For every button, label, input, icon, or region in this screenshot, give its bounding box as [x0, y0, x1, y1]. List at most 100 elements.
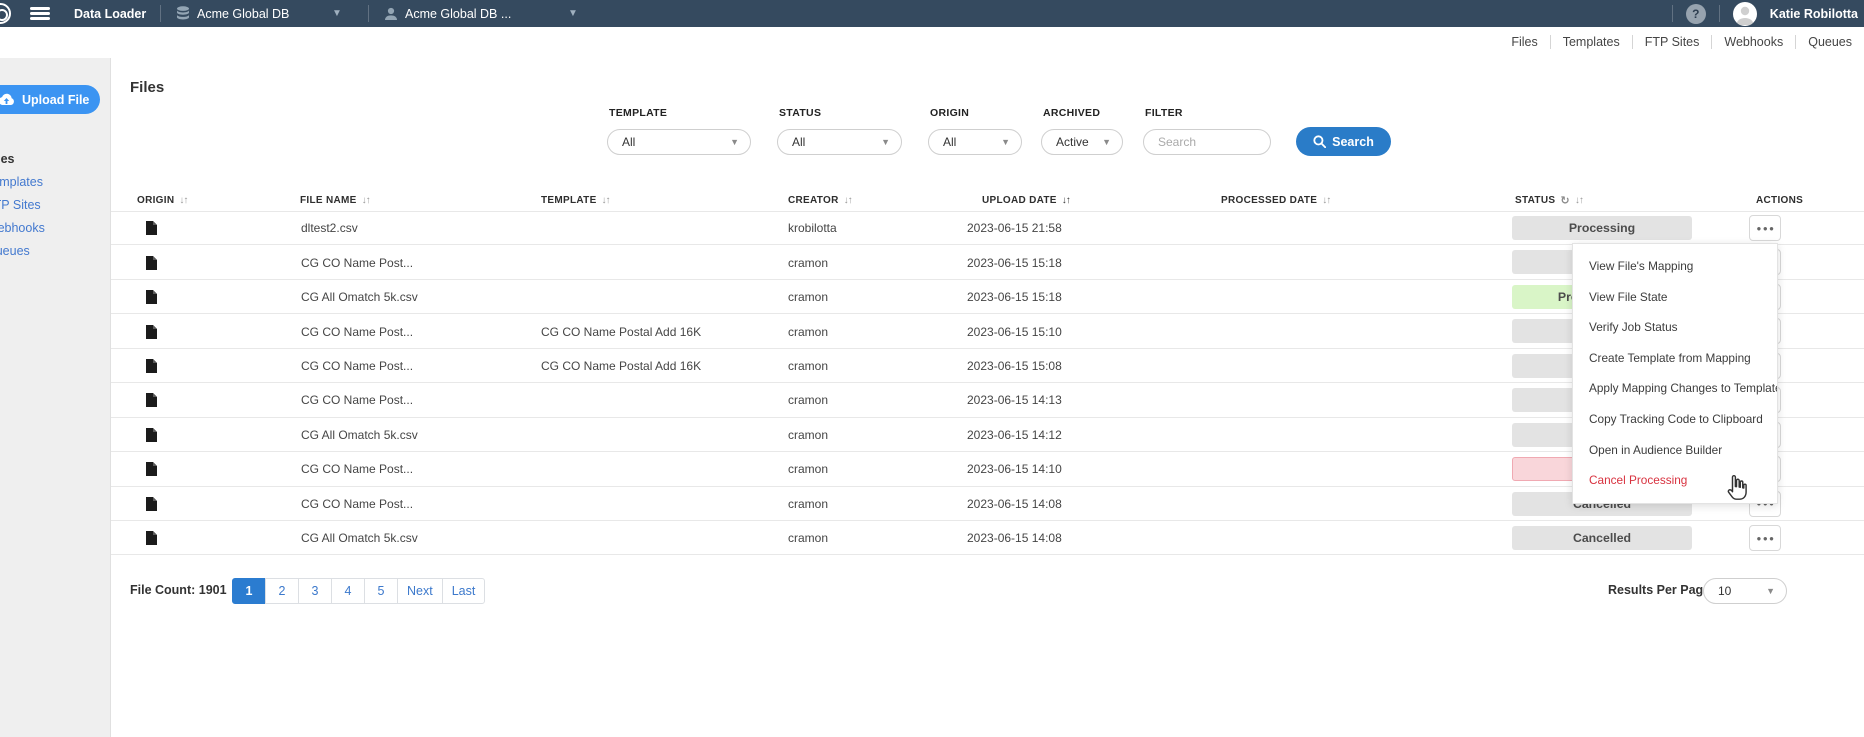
next-page-button[interactable]: Next — [397, 578, 443, 604]
column-header-file-name: FILE NAME ↓↑ — [300, 190, 370, 210]
search-button[interactable]: Search — [1296, 127, 1391, 156]
row-actions-button[interactable]: ●●● — [1749, 215, 1781, 241]
file-name-cell: CG CO Name Post... — [301, 349, 413, 383]
sort-icon[interactable]: ↓↑ — [1062, 195, 1070, 206]
chevron-down-icon: ▼ — [1001, 137, 1021, 147]
template-cell: CG CO Name Postal Add 16K — [541, 349, 701, 383]
file-name-cell: dltest2.csv — [301, 211, 358, 245]
filter-label-origin: ORIGIN — [930, 107, 969, 119]
column-header-label: FILE NAME — [300, 195, 357, 206]
context-menu-item-open-in-audience-builder[interactable]: Open in Audience Builder — [1573, 435, 1777, 466]
table-row: dltest2.csvkrobilotta2023-06-15 21:58Pro… — [0, 211, 1864, 245]
status-badge: Cancelled — [1512, 526, 1692, 550]
account-selector-label: Acme Global DB ... — [405, 7, 511, 21]
file-icon — [146, 314, 157, 348]
account-selector[interactable]: Acme Global DB ... ▼ — [384, 0, 511, 27]
sort-icon[interactable]: ↓↑ — [844, 195, 852, 206]
file-name-cell: CG CO Name Post... — [301, 487, 413, 521]
file-icon — [146, 211, 157, 245]
sort-icon[interactable]: ↓↑ — [602, 195, 610, 206]
upload-date-cell: 2023-06-15 15:18 — [967, 245, 1062, 279]
top-nav-files[interactable]: Files — [1499, 35, 1549, 49]
sort-icon[interactable]: ↓↑ — [1322, 195, 1330, 206]
person-icon — [384, 7, 398, 21]
page-button-4[interactable]: 4 — [331, 578, 365, 604]
column-header-origin: ORIGIN↓↑ — [137, 190, 187, 210]
top-nav-ftp-sites[interactable]: FTP Sites — [1633, 35, 1712, 49]
row-actions-button[interactable]: ●●● — [1749, 525, 1781, 551]
app-window: Data Loader Acme Global DB ▼ Acme Global… — [0, 0, 1864, 737]
column-header-label: TEMPLATE — [541, 195, 597, 206]
file-count: File Count: 1901 — [130, 583, 227, 597]
context-menu-item-verify-job-status[interactable]: Verify Job Status — [1573, 312, 1777, 343]
context-menu-item-view-file-state[interactable]: View File State — [1573, 282, 1777, 313]
page-button-2[interactable]: 2 — [265, 578, 299, 604]
status-dropdown[interactable]: All ▼ — [777, 129, 902, 155]
file-icon — [146, 487, 157, 521]
file-name-cell: CG CO Name Post... — [301, 383, 413, 417]
sidebar-item-templates[interactable]: Templates — [0, 171, 111, 194]
creator-cell: cramon — [788, 383, 828, 417]
origin-dropdown[interactable]: All ▼ — [928, 129, 1022, 155]
upload-file-button[interactable]: Upload File — [0, 85, 100, 114]
context-menu-item-view-file-s-mapping[interactable]: View File's Mapping — [1573, 251, 1777, 282]
filter-label-status: STATUS — [779, 107, 821, 119]
database-icon — [176, 6, 190, 21]
hamburger-menu-icon[interactable] — [30, 7, 50, 20]
top-nav-webhooks[interactable]: Webhooks — [1712, 35, 1795, 49]
creator-cell: cramon — [788, 521, 828, 555]
page-button-3[interactable]: 3 — [298, 578, 332, 604]
sort-icon[interactable]: ↓↑ — [179, 195, 187, 206]
context-menu-item-apply-mapping-changes-to-template[interactable]: Apply Mapping Changes to Template — [1573, 373, 1777, 404]
row-divider — [111, 554, 1864, 555]
file-name-cell: CG All Omatch 5k.csv — [301, 521, 418, 555]
chevron-down-icon: ▼ — [332, 8, 342, 19]
context-menu-item-copy-tracking-code-to-clipboard[interactable]: Copy Tracking Code to Clipboard — [1573, 404, 1777, 435]
column-header-creator: CREATOR↓↑ — [788, 190, 852, 210]
sidebar-item-files[interactable]: Files — [0, 148, 111, 171]
top-nav-queues[interactable]: Queues — [1796, 35, 1864, 49]
help-icon[interactable]: ? — [1686, 4, 1706, 24]
chevron-down-icon: ▼ — [730, 137, 750, 147]
file-icon — [146, 383, 157, 417]
sort-icon[interactable]: ↓↑ — [1575, 195, 1583, 206]
file-name-cell: CG CO Name Post... — [301, 245, 413, 279]
template-dropdown[interactable]: All ▼ — [607, 129, 751, 155]
topbar: Data Loader Acme Global DB ▼ Acme Global… — [0, 0, 1864, 27]
context-menu-item-create-template-from-mapping[interactable]: Create Template from Mapping — [1573, 343, 1777, 374]
page-button-1[interactable]: 1 — [232, 578, 266, 604]
database-selector[interactable]: Acme Global DB ▼ — [176, 0, 289, 27]
page-button-5[interactable]: 5 — [364, 578, 398, 604]
user-avatar[interactable] — [1733, 2, 1757, 26]
topbar-divider — [368, 5, 369, 22]
upload-date-cell: 2023-06-15 15:10 — [967, 314, 1062, 348]
column-header-upload-date: UPLOAD DATE↓↑ — [982, 190, 1070, 210]
file-icon — [146, 521, 157, 555]
refresh-icon[interactable]: ↻ — [1560, 194, 1570, 207]
magnifier-icon — [1313, 135, 1326, 148]
context-menu-item-cancel-processing[interactable]: Cancel Processing — [1573, 465, 1777, 496]
top-nav: FilesTemplatesFTP SitesWebhooksQueues — [1499, 27, 1864, 57]
file-name-cell: CG CO Name Post... — [301, 314, 413, 348]
top-nav-templates[interactable]: Templates — [1551, 35, 1632, 49]
column-header-label: PROCESSED DATE — [1221, 195, 1317, 206]
sort-icon[interactable]: ↓↑ — [362, 195, 370, 206]
column-header-label: STATUS — [1515, 195, 1555, 206]
results-per-page-select[interactable]: 10 ▼ — [1703, 578, 1787, 604]
upload-file-label: Upload File — [22, 93, 89, 107]
chevron-down-icon: ▼ — [568, 8, 578, 19]
ellipsis-icon: ●●● — [1757, 224, 1776, 233]
file-icon — [146, 245, 157, 279]
file-icon — [146, 349, 157, 383]
app-title: Data Loader — [74, 7, 146, 21]
table-row: CG All Omatch 5k.csv cramon 2023-06-15 14:… — [0, 521, 1864, 555]
last-page-button[interactable]: Last — [442, 578, 486, 604]
filter-search-input[interactable] — [1143, 129, 1271, 155]
status-badge: Processing — [1512, 216, 1692, 240]
upload-date-cell: 2023-06-15 14:08 — [967, 521, 1062, 555]
topbar-divider — [1672, 5, 1673, 22]
database-selector-label: Acme Global DB — [197, 7, 289, 21]
creator-cell: cramon — [788, 349, 828, 383]
upload-date-cell: 2023-06-15 14:13 — [967, 383, 1062, 417]
archived-dropdown[interactable]: Active ▼ — [1041, 129, 1123, 155]
